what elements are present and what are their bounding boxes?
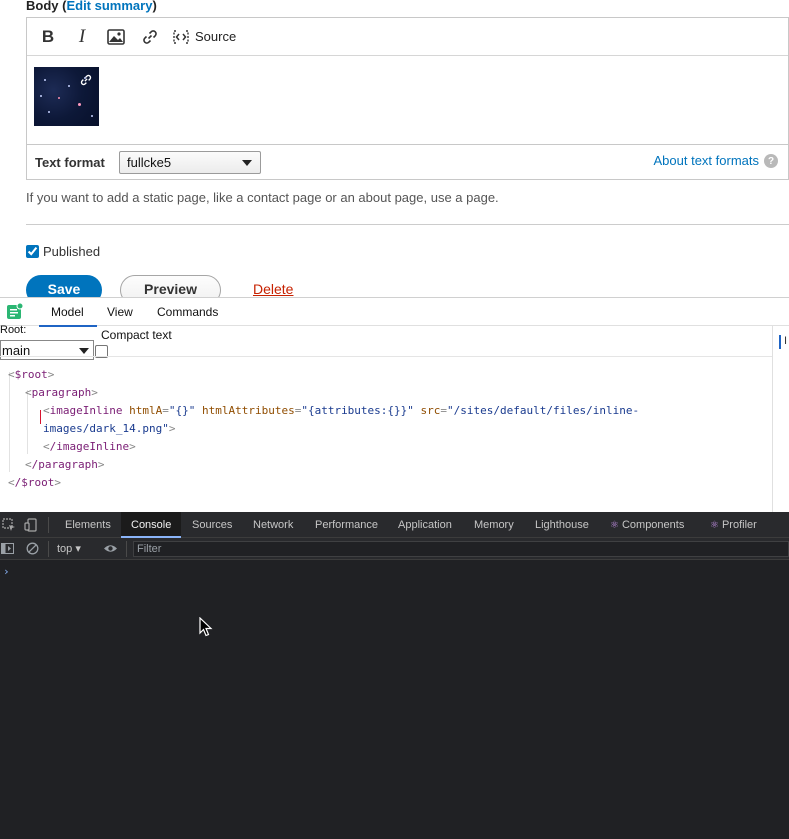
eye-icon[interactable]: [103, 543, 118, 554]
filter-placeholder: Filter: [137, 543, 162, 555]
text-format-wrapper: Text format fullcke5 About text formats …: [26, 144, 789, 180]
bold-icon: B: [41, 26, 55, 46]
inspector-side-pane: I: [772, 326, 789, 513]
tree-node-root-close[interactable]: </$root>: [8, 474, 61, 492]
editor-content[interactable]: [27, 56, 788, 144]
context-selector[interactable]: top ▾: [57, 542, 81, 555]
tree-attr-value: "/sites/default/files/inline-: [447, 404, 640, 417]
ckeditor-inspector: Model View Commands Root: main Compact t…: [0, 297, 789, 513]
edit-summary-link[interactable]: Edit summary: [66, 0, 152, 13]
tab-components[interactable]: ⚛ Components: [610, 519, 684, 531]
source-icon: [173, 29, 189, 44]
tab-sources[interactable]: Sources: [192, 519, 232, 531]
tree-tag: $root: [14, 368, 48, 381]
tree-attr-continuation: images/dark_14.png">: [43, 422, 176, 435]
tree-attr-value: images/dark_14.png": [43, 422, 169, 435]
italic-icon: I: [78, 25, 86, 47]
published-field[interactable]: Published: [26, 244, 100, 259]
italic-button[interactable]: I: [67, 22, 97, 52]
drupal-node-form: Body (Edit summary) B I Source Text form…: [0, 0, 789, 297]
console-prompt[interactable]: ›: [3, 565, 10, 578]
inline-image[interactable]: [34, 67, 99, 126]
inspect-element-icon[interactable]: [2, 518, 16, 532]
react-icon: ⚛: [610, 520, 619, 531]
selection-caret-icon: [40, 410, 43, 424]
tab-memory[interactable]: Memory: [474, 519, 514, 531]
tab-network[interactable]: Network: [253, 519, 293, 531]
source-label: Source: [195, 29, 237, 44]
side-pane-tab[interactable]: I: [779, 335, 787, 349]
tree-tag: /$root: [14, 476, 55, 489]
tab-elements[interactable]: Elements: [65, 519, 111, 531]
link-button[interactable]: [135, 22, 165, 52]
chevron-down-icon: [242, 160, 252, 166]
console-toolbar: top ▾ Filter: [0, 538, 789, 560]
ckeditor-logo-icon[interactable]: [4, 302, 24, 322]
sidebar-toggle-icon[interactable]: [1, 543, 14, 554]
tree-node-paragraph-close[interactable]: </paragraph>: [25, 456, 104, 474]
tree-attr-name: htmlAttributes: [201, 404, 295, 417]
tree-tag: imageInline: [49, 404, 123, 417]
tab-view[interactable]: View: [107, 305, 133, 319]
source-button[interactable]: Source: [171, 27, 236, 47]
tree-node-imageinline[interactable]: <imageInline htmlA="{}" htmlAttributes="…: [43, 402, 639, 420]
compact-text-label: Compact text: [101, 328, 172, 342]
published-checkbox[interactable]: [26, 245, 39, 258]
bold-button[interactable]: B: [33, 22, 63, 52]
tree-attr-value: "{}": [168, 404, 196, 417]
tab-profiler-label: Profiler: [721, 519, 757, 531]
mouse-pointer-icon: [199, 617, 213, 637]
divider: [26, 224, 789, 225]
devtools-tabbar: Elements Console Sources Network Perform…: [0, 512, 789, 538]
insert-image-button[interactable]: [101, 22, 131, 52]
tab-profiler[interactable]: ⚛ Profiler: [710, 519, 757, 531]
tree-tag: /imageInline: [49, 440, 130, 453]
help-icon[interactable]: ?: [764, 154, 778, 168]
page: Body (Edit summary) B I Source Text form…: [0, 0, 789, 839]
clear-console-icon[interactable]: [26, 542, 39, 555]
about-text-formats-link[interactable]: About text formats: [654, 153, 760, 168]
tree-node-imageinline-close[interactable]: </imageInline>: [43, 438, 136, 456]
image-link-icon: [79, 73, 93, 87]
context-label: top: [57, 543, 73, 555]
divider: [0, 356, 772, 357]
root-label: Root:: [0, 324, 27, 336]
tree-node-root-open[interactable]: <$root>: [8, 366, 54, 384]
tab-performance[interactable]: Performance: [315, 519, 378, 531]
text-format-label: Text format: [35, 155, 105, 170]
inspector-tabbar: Model View Commands: [0, 298, 789, 327]
tree-attr-name: src: [420, 404, 441, 417]
devtools-panel: Elements Console Sources Network Perform…: [0, 512, 789, 839]
image-icon: [107, 28, 125, 45]
tree-attr-value: "{attributes:{}}": [301, 404, 414, 417]
tree-attr-name: htmlA: [129, 404, 163, 417]
editor-toolbar: B I Source: [27, 18, 788, 56]
tab-commands[interactable]: Commands: [157, 305, 218, 319]
link-icon: [143, 29, 157, 44]
tab-application[interactable]: Application: [398, 519, 452, 531]
tab-lighthouse[interactable]: Lighthouse: [535, 519, 589, 531]
device-toolbar-icon[interactable]: [24, 518, 38, 532]
ckeditor: B I Source: [26, 17, 789, 144]
root-select[interactable]: main: [0, 340, 94, 360]
tab-components-label: Components: [621, 519, 685, 531]
console-filter-input[interactable]: Filter: [133, 541, 789, 557]
chevron-down-icon: [79, 348, 89, 354]
react-icon: ⚛: [710, 520, 719, 531]
preview-button[interactable]: Preview: [120, 275, 221, 297]
body-label-close: ): [152, 0, 157, 13]
field-description: If you want to add a static page, like a…: [26, 190, 499, 205]
delete-link[interactable]: Delete: [253, 281, 293, 297]
published-label: Published: [43, 244, 101, 259]
text-format-selected: fullcke5: [127, 155, 172, 170]
tab-model[interactable]: Model: [39, 305, 97, 327]
text-format-select[interactable]: fullcke5: [119, 151, 261, 174]
body-label-text: Body (: [26, 0, 67, 13]
body-field-label: Body (Edit summary): [26, 0, 157, 13]
tree-tag: /paragraph: [31, 458, 98, 471]
tree-tag: paragraph: [31, 386, 92, 399]
save-button[interactable]: Save: [26, 275, 102, 297]
tree-node-paragraph-open[interactable]: <paragraph>: [25, 384, 98, 402]
tab-console[interactable]: Console: [121, 512, 182, 538]
